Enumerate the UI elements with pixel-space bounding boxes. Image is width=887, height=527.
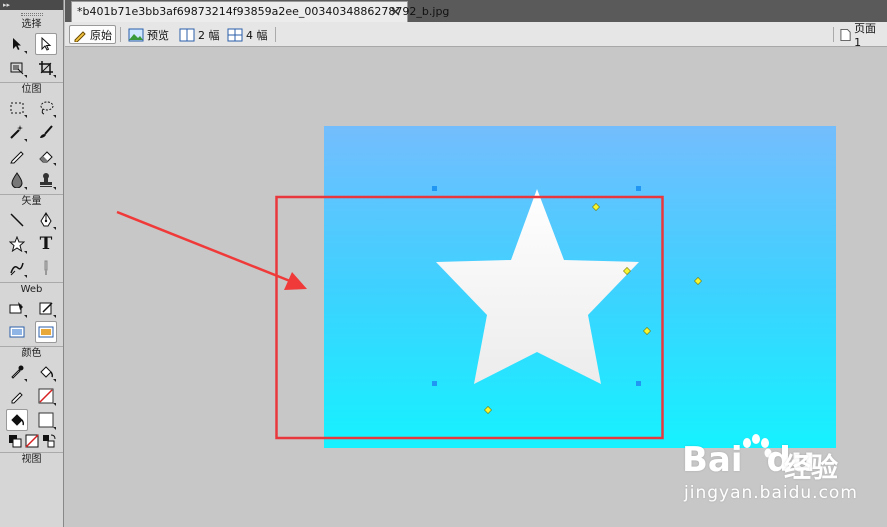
stroke-color-pencil-icon	[6, 385, 28, 407]
annotation-arrow-shaft	[116, 210, 291, 283]
marquee-tool-icon[interactable]	[6, 97, 28, 119]
default-colors-icon[interactable]	[6, 433, 23, 449]
page-icon	[840, 28, 851, 41]
watermark-logo-bai: Bai	[682, 440, 743, 480]
page-label: 页面 1	[854, 22, 877, 49]
brush-tool-icon[interactable]	[35, 121, 57, 143]
tools-section-colors-title: 颜色	[0, 346, 63, 360]
no-stroke-fill-icon[interactable]	[23, 433, 40, 449]
four-up-label: 4 幅	[246, 28, 268, 42]
eyedropper-tool-icon[interactable]	[6, 361, 28, 383]
watermark-url: jingyan.baidu.com	[684, 483, 858, 503]
star-shape-tool-icon[interactable]	[6, 233, 28, 255]
tools-section-vector-title: 矢量	[0, 194, 63, 208]
subselection-tool-icon[interactable]	[35, 33, 57, 55]
annotation-arrow-head	[284, 272, 307, 290]
page-selector[interactable]: 页面 1	[837, 22, 887, 49]
two-up-button[interactable]: 2 幅	[176, 25, 223, 44]
panel-grip[interactable]: ▸▸	[0, 0, 63, 10]
preview-button[interactable]: 预览	[125, 25, 172, 44]
fill-color-swatch[interactable]	[35, 409, 57, 431]
tools-panel: ▸▸ 选择 位图 矢量 T Web 颜色 视图	[0, 0, 64, 527]
pencil-icon	[74, 30, 86, 42]
preview-label: 预览	[147, 28, 169, 42]
watermark-chinese-text: 经验	[784, 453, 838, 484]
fill-color-bucket-icon[interactable]	[6, 409, 28, 431]
close-icon[interactable]	[390, 6, 401, 17]
tools-section-bitmap-title: 位图	[0, 82, 63, 96]
panel-drag-handle[interactable]	[0, 10, 63, 18]
slice-tool-icon[interactable]	[35, 297, 57, 319]
tools-section-select-title: 选择	[21, 19, 42, 30]
show-slices-icon[interactable]	[35, 321, 57, 343]
rubber-stamp-tool-icon[interactable]	[35, 169, 57, 191]
scale-tool-icon[interactable]	[6, 57, 28, 79]
baidu-watermark: Bai du 经验 jingyan.baidu.com	[676, 428, 876, 518]
two-up-label: 2 幅	[198, 28, 220, 42]
stroke-color-swatch[interactable]	[35, 385, 57, 407]
knife-tool-icon[interactable]	[35, 257, 57, 279]
tools-section-web-title: Web	[0, 282, 63, 296]
freeform-tool-icon[interactable]	[6, 257, 28, 279]
tools-section-view-title: 视图	[0, 452, 63, 466]
blur-tool-icon[interactable]	[6, 169, 28, 191]
document-tab-bar: *b401b71e3bb3af69873214f93859a2ee_003403…	[65, 0, 887, 22]
lasso-tool-icon[interactable]	[35, 97, 57, 119]
four-up-button[interactable]: 4 幅	[224, 25, 271, 44]
document-tab[interactable]: *b401b71e3bb3af69873214f93859a2ee_003403…	[71, 1, 449, 22]
document-canvas[interactable]	[324, 126, 836, 448]
crop-tool-icon[interactable]	[35, 57, 57, 79]
text-tool-icon[interactable]: T	[35, 233, 57, 255]
pencil-tool-icon[interactable]	[6, 145, 28, 167]
hotspot-tool-icon[interactable]	[6, 297, 28, 319]
two-up-icon	[179, 28, 195, 41]
magic-wand-tool-icon[interactable]	[6, 121, 28, 143]
pen-tool-icon[interactable]	[35, 209, 57, 231]
original-view-button[interactable]: 原始	[69, 25, 116, 44]
paint-bucket-tool-icon[interactable]	[35, 361, 57, 383]
text-tool-glyph: T	[39, 234, 53, 254]
original-view-label: 原始	[90, 28, 112, 42]
view-toolbar: 原始 预览 2 幅 4 幅 页面 1	[65, 22, 887, 49]
four-up-icon	[227, 28, 243, 41]
hide-slices-icon[interactable]	[6, 321, 28, 343]
pointer-tool-icon[interactable]	[6, 33, 28, 55]
line-tool-icon[interactable]	[6, 209, 28, 231]
image-preview-icon	[128, 28, 144, 41]
swap-colors-icon[interactable]	[40, 433, 57, 449]
eraser-tool-icon[interactable]	[35, 145, 57, 167]
